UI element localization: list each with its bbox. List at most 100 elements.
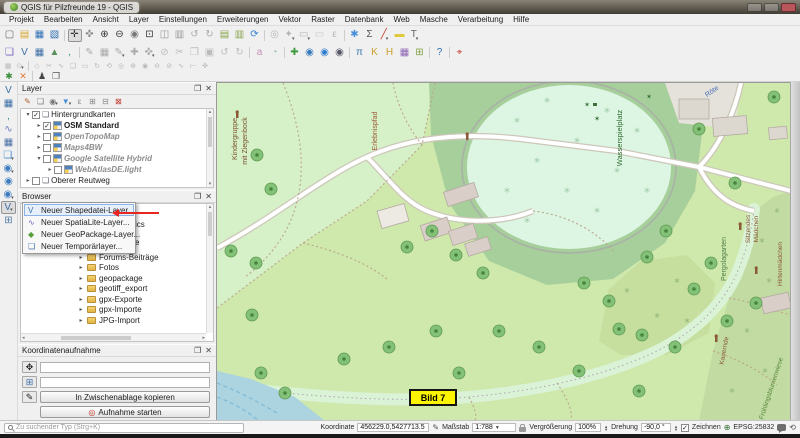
- snapping-options-icon[interactable]: ⊙▾: [15, 62, 26, 71]
- copy-to-clipboard-button[interactable]: In Zwischenablage kopieren: [40, 391, 210, 403]
- add-delimited-text-icon[interactable]: ,: [63, 46, 77, 59]
- add-vector-layer-icon[interactable]: V: [1, 84, 16, 97]
- add-wms-layer-icon[interactable]: ◉▾: [1, 162, 16, 175]
- merge-features-icon[interactable]: ❏: [68, 62, 79, 71]
- add-group-icon[interactable]: ❏: [35, 96, 47, 107]
- add-wcs-layer-icon[interactable]: ◉: [1, 175, 16, 188]
- python-console-icon[interactable]: π: [353, 46, 367, 59]
- delete-selected-icon[interactable]: ⊘: [158, 46, 172, 59]
- manage-map-themes-icon[interactable]: ◉▾: [48, 96, 60, 107]
- run-feature-action-icon[interactable]: ✦▾: [283, 29, 297, 42]
- zoom-native-icon[interactable]: ◉: [128, 29, 142, 42]
- menu-einstellungen[interactable]: Einstellungen: [154, 15, 212, 24]
- save-edits-icon[interactable]: ▦: [3, 62, 14, 71]
- add-feature-icon[interactable]: ✚: [128, 46, 142, 59]
- browser-item-fotos[interactable]: ▸Fotos: [21, 263, 213, 274]
- pan-map-icon[interactable]: ✛: [68, 29, 82, 42]
- zoom-in-icon[interactable]: ⊕: [98, 29, 112, 42]
- expand-icon[interactable]: ▸: [35, 122, 43, 129]
- layer-tree-scrollbar[interactable]: ▴▾: [206, 109, 213, 187]
- menu-datenbank[interactable]: Datenbank: [340, 15, 389, 24]
- render-checkbox[interactable]: ✓: [681, 424, 689, 432]
- split-features-icon[interactable]: ✂: [44, 62, 55, 71]
- magnifier-spinner[interactable]: ▲▼: [604, 425, 608, 431]
- menu-erweiterungen[interactable]: Erweiterungen: [212, 15, 274, 24]
- menu-item-neuer-temporärlayer[interactable]: ❏Neuer Temporärlayer...: [24, 240, 134, 252]
- reshape-features-icon[interactable]: ◇: [32, 62, 43, 71]
- copy-features-icon[interactable]: ❐: [188, 46, 202, 59]
- crs-globe-icon[interactable]: ⊕: [724, 424, 731, 432]
- style-manager-icon[interactable]: ✎: [22, 96, 34, 107]
- layer-tree-item-hintergrundkarten[interactable]: ▾✓❏Hintergrundkarten: [21, 109, 213, 120]
- locator-search-input[interactable]: Zu suchender Typ (Strg+K): [4, 423, 244, 433]
- rotation-value[interactable]: -90,0 °: [641, 423, 671, 432]
- dropdown-arrow-icon[interactable]: ▾: [416, 36, 419, 42]
- menu-item-neuer-spatialite-layer[interactable]: ∿Neuer SpatiaLite-Layer...: [24, 216, 134, 228]
- menu-web[interactable]: Web: [388, 15, 414, 24]
- lock-icon[interactable]: [519, 427, 526, 432]
- expand-icon[interactable]: ▸: [77, 254, 85, 261]
- zoom-out-icon[interactable]: ⊖: [113, 29, 127, 42]
- toggle-editing-icon[interactable]: ✎: [83, 46, 97, 59]
- collapse-icon[interactable]: ▾: [24, 111, 32, 118]
- close-panel-icon[interactable]: ✕: [205, 193, 212, 201]
- minimize-button[interactable]: [747, 3, 762, 12]
- add-vector-layer-icon[interactable]: V: [18, 46, 32, 59]
- paste-features-icon[interactable]: ▣: [203, 46, 217, 59]
- add-wfs-layer-icon[interactable]: ◉▾: [1, 188, 16, 201]
- layer-checkbox[interactable]: ✓: [43, 122, 51, 130]
- browser-scrollbar-horizontal[interactable]: ◂▸: [21, 333, 206, 341]
- select-features-icon[interactable]: ▭▾: [298, 29, 312, 42]
- browser-item-jpg-import[interactable]: ▸JPG-Import: [21, 315, 213, 326]
- dropdown-arrow-icon[interactable]: ▾: [152, 53, 155, 59]
- map-canvas[interactable]: ∗∗∗∗∗∗∗∗∗∗∗∗∗∗∗∗∗∗∗∗∗∗∗✶✶✶Kindergruppemi…: [216, 82, 790, 420]
- layer-checkbox[interactable]: [32, 177, 40, 185]
- layer-checkbox[interactable]: [54, 166, 62, 174]
- filter-legend-icon[interactable]: ▼▾: [61, 96, 73, 107]
- dropdown-arrow-icon[interactable]: ▾: [292, 36, 295, 42]
- layer-diagram-icon[interactable]: ◔: [268, 46, 282, 59]
- expand-icon[interactable]: ▸: [35, 144, 43, 151]
- track-mouse-icon[interactable]: ✎: [22, 391, 37, 403]
- new-vector-layer-icon[interactable]: V▾: [1, 201, 16, 214]
- expand-all-icon[interactable]: ⊞: [87, 96, 99, 107]
- zoom-next-icon[interactable]: ↻: [203, 29, 217, 42]
- menu-raster[interactable]: Raster: [306, 15, 340, 24]
- pan-to-selection-icon[interactable]: ✜: [83, 29, 97, 42]
- data-source-manager-icon[interactable]: ❏: [3, 46, 17, 59]
- rotation-spinner[interactable]: ▲▼: [674, 425, 678, 431]
- expand-icon[interactable]: ▸: [77, 285, 85, 292]
- new-project-icon[interactable]: ▢: [3, 29, 17, 42]
- menu-ansicht[interactable]: Ansicht: [88, 15, 124, 24]
- add-part-icon[interactable]: ⊕: [128, 62, 139, 71]
- fill-ring-icon[interactable]: ◉: [140, 62, 151, 71]
- refresh-map-icon[interactable]: ⟳: [248, 29, 262, 42]
- grid-coordinate-icon[interactable]: ⊞: [22, 376, 37, 388]
- layer-tree-item-webatlasde-light[interactable]: ▸WebAtlasDE.light: [21, 164, 213, 175]
- help-contents-icon[interactable]: ?: [433, 46, 447, 59]
- save-project-icon[interactable]: ▦: [33, 29, 47, 42]
- deselect-features-icon[interactable]: ▭: [313, 29, 327, 42]
- add-delimited-text-icon[interactable]: ,: [1, 110, 16, 123]
- start-capture-button[interactable]: ◎Aufnahme starten: [40, 406, 210, 418]
- statistics-icon[interactable]: Σ: [363, 29, 377, 42]
- menu-bearbeiten[interactable]: Bearbeiten: [39, 15, 88, 24]
- expand-icon[interactable]: ▸: [35, 133, 43, 140]
- dropdown-arrow-icon[interactable]: ▾: [10, 207, 13, 213]
- osm-place-search-icon[interactable]: ⌖: [453, 46, 467, 59]
- magnifier-value[interactable]: 100%: [575, 423, 601, 432]
- rotate-feature-icon[interactable]: ↻: [92, 62, 103, 71]
- coordinate-field-crs[interactable]: [40, 362, 210, 373]
- browser-item-gpx-importe[interactable]: ▸gpx-Importe: [21, 305, 213, 316]
- add-spatialite-layer-icon[interactable]: ∿: [1, 123, 16, 136]
- menu-masche[interactable]: Masche: [415, 15, 453, 24]
- layer-tree-item-google-satellite-hybrid[interactable]: ▾Google Satellite Hybrid: [21, 153, 213, 164]
- close-panel-icon[interactable]: ✕: [205, 347, 212, 355]
- layer-checkbox[interactable]: [43, 155, 51, 163]
- title-bar[interactable]: QGIS für Pilzfreunde 19 - QGIS: [0, 0, 800, 14]
- collapse-icon[interactable]: ▾: [35, 155, 43, 162]
- layer-checkbox[interactable]: [43, 144, 51, 152]
- zoom-to-selection-icon[interactable]: ◫: [158, 29, 172, 42]
- redo-icon[interactable]: ↻: [233, 46, 247, 59]
- add-postgis-layer-icon[interactable]: ▦: [1, 136, 16, 149]
